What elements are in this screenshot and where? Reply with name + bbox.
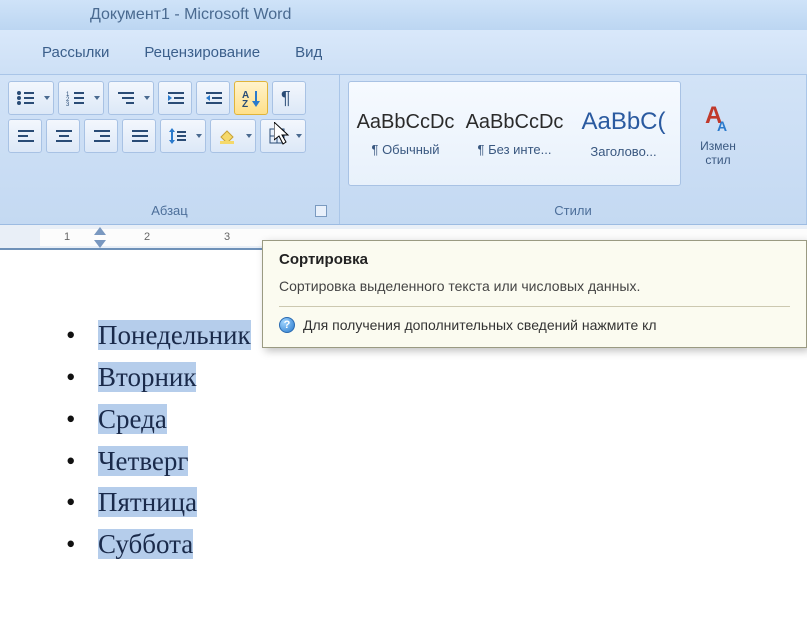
list-item[interactable]: Суббота	[48, 524, 777, 566]
style-name: Заголово...	[590, 144, 656, 159]
ruler-number: 1	[64, 231, 70, 243]
line-spacing-icon	[168, 128, 186, 144]
tooltip-body: Сортировка выделенного текста или числов…	[279, 278, 790, 294]
numbering-icon: 123	[66, 90, 84, 106]
svg-text:¶: ¶	[281, 89, 291, 107]
align-right-button[interactable]	[84, 119, 118, 153]
numbering-button[interactable]: 123	[58, 81, 104, 115]
pilcrow-icon: ¶	[281, 89, 297, 107]
style-preview: AaBbC(	[581, 108, 665, 136]
align-right-icon	[92, 128, 110, 144]
increase-indent-icon	[204, 90, 222, 106]
tooltip-divider	[279, 306, 790, 307]
sort-icon: AZ	[241, 89, 261, 107]
style-preview: AaBbCcDc	[466, 111, 564, 134]
svg-text:Z: Z	[242, 99, 248, 107]
chevron-down-icon	[196, 134, 202, 138]
bulleted-list: Понедельник Вторник Среда Четверг Пятниц…	[48, 315, 777, 566]
ruler-number: 2	[144, 231, 150, 243]
style-name: ¶ Обычный	[371, 142, 439, 157]
sort-button[interactable]: AZ	[234, 81, 268, 115]
bullets-icon	[16, 90, 34, 106]
multilevel-icon	[116, 90, 134, 106]
chevron-down-icon	[144, 96, 150, 100]
align-center-button[interactable]	[46, 119, 80, 153]
borders-button[interactable]	[260, 119, 306, 153]
paint-bucket-icon	[218, 128, 236, 144]
dialog-launcher-paragraph[interactable]	[315, 205, 327, 217]
ribbon-tabs: Рассылки Рецензирование Вид	[0, 30, 807, 75]
chevron-down-icon	[246, 134, 252, 138]
chevron-down-icon	[296, 134, 302, 138]
change-styles-icon: A A	[701, 101, 735, 135]
tab-mailings[interactable]: Рассылки	[42, 44, 109, 61]
svg-text:3: 3	[66, 102, 70, 106]
help-icon: ?	[279, 317, 295, 333]
increase-indent-button[interactable]	[196, 81, 230, 115]
style-name: ¶ Без инте...	[478, 142, 552, 157]
shading-button[interactable]	[210, 119, 256, 153]
group-title-paragraph: Абзац	[8, 201, 331, 220]
align-left-icon	[16, 128, 34, 144]
list-item[interactable]: Пятница	[48, 482, 777, 524]
first-line-indent-marker[interactable]	[94, 227, 106, 235]
align-center-icon	[54, 128, 72, 144]
tab-review[interactable]: Рецензирование	[144, 44, 260, 61]
decrease-indent-icon	[166, 90, 184, 106]
borders-icon	[269, 128, 285, 144]
tooltip-title: Сортировка	[279, 251, 790, 268]
window-title: Документ1 - Microsoft Word	[90, 6, 291, 24]
list-item[interactable]: Среда	[48, 399, 777, 441]
group-title-styles: Стили	[348, 201, 798, 220]
tab-view[interactable]: Вид	[295, 44, 322, 61]
bullets-button[interactable]	[8, 81, 54, 115]
chevron-down-icon	[44, 96, 50, 100]
show-marks-button[interactable]: ¶	[272, 81, 306, 115]
ribbon: 123 AZ ¶	[0, 75, 807, 225]
multilevel-list-button[interactable]	[108, 81, 154, 115]
list-item[interactable]: Четверг	[48, 441, 777, 483]
tooltip-help-row: ? Для получения дополнительных сведений …	[279, 317, 790, 333]
ruler-number: 3	[224, 231, 230, 243]
align-left-button[interactable]	[8, 119, 42, 153]
decrease-indent-button[interactable]	[158, 81, 192, 115]
justify-button[interactable]	[122, 119, 156, 153]
title-bar: Документ1 - Microsoft Word	[0, 0, 807, 30]
group-styles: AaBbCcDc ¶ Обычный AaBbCcDc ¶ Без инте..…	[340, 75, 807, 224]
line-spacing-button[interactable]	[160, 119, 206, 153]
justify-icon	[130, 128, 148, 144]
styles-gallery[interactable]: AaBbCcDc ¶ Обычный AaBbCcDc ¶ Без инте..…	[348, 81, 681, 186]
chevron-down-icon	[94, 96, 100, 100]
style-item-normal[interactable]: AaBbCcDc ¶ Обычный	[353, 86, 458, 181]
style-preview: AaBbCcDc	[357, 111, 455, 134]
change-styles-button[interactable]: A A Измен стил	[689, 81, 747, 186]
style-item-heading[interactable]: AaBbC( Заголово...	[571, 86, 676, 181]
style-item-no-spacing[interactable]: AaBbCcDc ¶ Без инте...	[462, 86, 567, 181]
tooltip-help-text: Для получения дополнительных сведений на…	[303, 317, 657, 333]
group-paragraph: 123 AZ ¶	[0, 75, 340, 224]
list-item[interactable]: Вторник	[48, 357, 777, 399]
tooltip-sort: Сортировка Сортировка выделенного текста…	[262, 240, 807, 348]
svg-text:A: A	[717, 118, 727, 134]
hanging-indent-marker[interactable]	[94, 240, 106, 248]
